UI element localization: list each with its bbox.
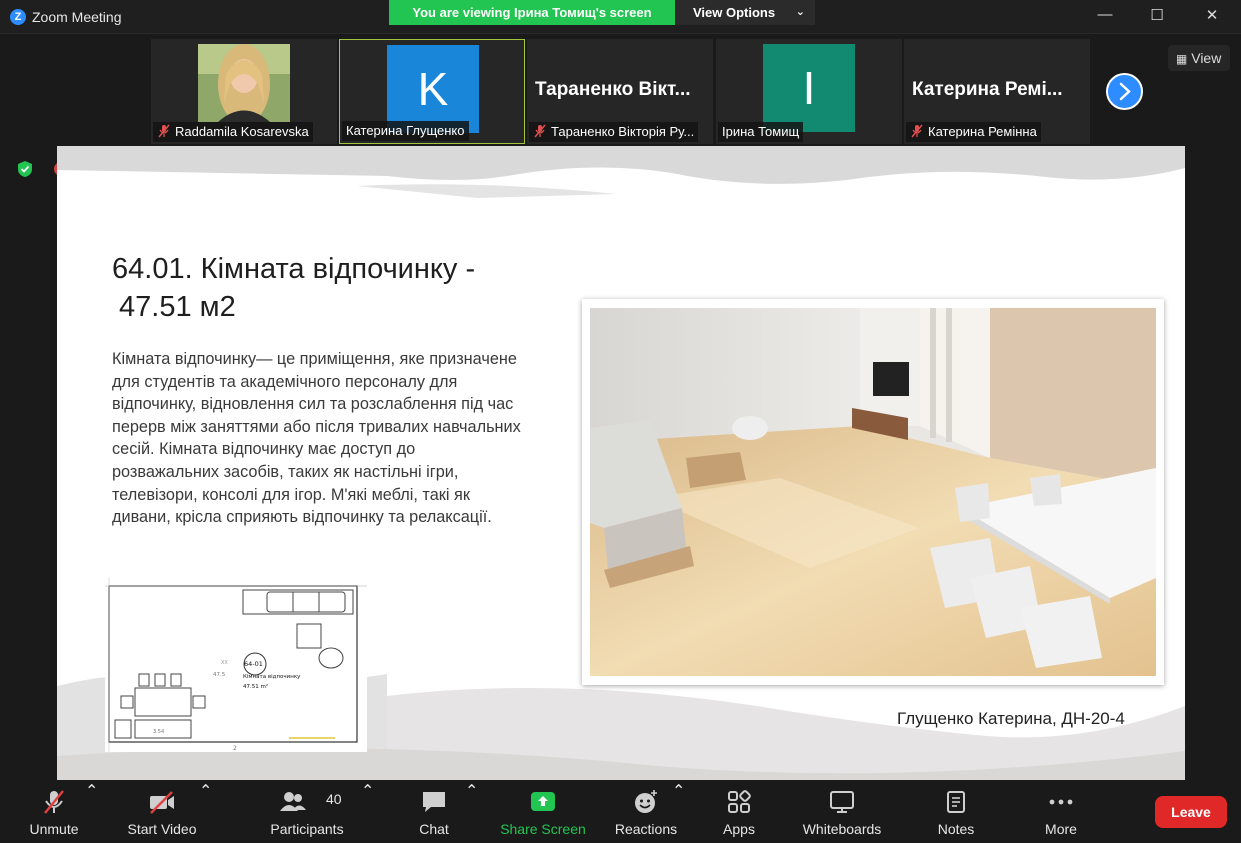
participants-label: Participants — [270, 821, 344, 837]
chevron-right-icon — [1119, 82, 1131, 101]
title-bar: Z Zoom Meeting You are viewing Ірина Том… — [0, 0, 1241, 34]
view-options-label: View Options — [693, 5, 776, 20]
more-button[interactable]: More — [1036, 781, 1086, 843]
plan-room-area: 47.51 m² — [243, 683, 268, 690]
plan-dimension: 47.5 — [213, 672, 226, 678]
zoom-logo-icon: Z — [10, 9, 26, 25]
participant-name-label: Катерина Ремінна — [906, 122, 1041, 142]
participant-tile[interactable]: I Ірина Томищ — [716, 39, 902, 144]
plan-dimension: XX — [221, 660, 228, 666]
chevron-down-icon: ⌄ — [795, 6, 805, 18]
video-options-caret[interactable]: ⌃ — [199, 781, 212, 843]
notes-label: Notes — [937, 821, 975, 837]
slide-body-text: Кімната відпочинку— це приміщення, яке п… — [112, 350, 521, 527]
chat-icon — [423, 792, 445, 812]
slide-caption: Глущенко Катерина, ДН-20-4 — [897, 709, 1125, 728]
plan-dimension: 3.54 — [153, 729, 164, 735]
participant-display-name: Катерина Ремі... — [912, 79, 1063, 100]
minimize-button[interactable]: — — [1095, 6, 1115, 28]
participant-tile[interactable]: K Катерина Глущенко — [339, 39, 525, 144]
share-screen-label: Share Screen — [500, 821, 586, 837]
leave-button[interactable]: Leave — [1155, 796, 1227, 828]
participants-count: 40 — [326, 791, 342, 807]
participant-display-name: Тараненко Вікт... — [535, 79, 691, 100]
notes-button[interactable]: Notes — [928, 781, 984, 843]
audio-options-caret[interactable]: ⌃ — [85, 781, 98, 843]
whiteboard-icon — [830, 791, 854, 813]
meeting-toolbar: Unmute ⌃ Start Video ⌃ 40 Participants ⌃… — [0, 781, 1241, 843]
participant-tile[interactable]: Raddamila Kosarevska — [151, 39, 337, 144]
start-video-button[interactable]: Start Video — [118, 781, 206, 843]
participant-avatar: I — [763, 44, 855, 132]
participants-options-caret[interactable]: ⌃ — [361, 781, 374, 843]
whiteboards-label: Whiteboards — [802, 821, 882, 837]
interior-render-image — [590, 308, 1156, 676]
plan-room-code: 64-01 — [244, 660, 263, 668]
floor-plan-drawing: 64-01 Кімната відпочинку 47.51 m² 47.5 X… — [105, 578, 367, 752]
chat-label: Chat — [419, 821, 449, 837]
apps-label: Apps — [723, 821, 755, 837]
unmute-label: Unmute — [29, 821, 79, 837]
participants-icon — [280, 792, 306, 811]
next-page-button[interactable] — [1106, 73, 1143, 110]
muted-mic-icon — [44, 790, 64, 814]
window-title: Zoom Meeting — [32, 9, 122, 25]
view-layout-button[interactable]: ▦ View — [1168, 45, 1230, 71]
participant-tile[interactable]: Катерина Ремі... Катерина Ремінна — [904, 39, 1090, 144]
reactions-options-caret[interactable]: ⌃ — [672, 781, 685, 843]
shared-screen: 64.01. Кімната відпочинку - 47.51 м2 Кім… — [57, 146, 1185, 780]
muted-mic-icon — [911, 124, 923, 138]
participant-avatar: K — [387, 45, 479, 133]
slide-title: 64.01. Кімната відпочинку - 47.51 м2 — [112, 253, 476, 323]
participant-photo — [198, 44, 290, 122]
unmute-button[interactable]: Unmute — [16, 781, 92, 843]
participant-name-label: Ірина Томищ — [718, 122, 804, 142]
apps-button[interactable]: Apps — [712, 781, 766, 843]
share-screen-icon — [531, 792, 555, 811]
plan-dimension: 2 — [233, 745, 237, 752]
muted-mic-icon — [534, 124, 546, 138]
reactions-icon — [635, 790, 657, 813]
participant-strip: Raddamila Kosarevska K Катерина Глущенко… — [0, 35, 1241, 145]
start-video-label: Start Video — [127, 821, 197, 837]
security-shield-icon[interactable] — [16, 160, 34, 178]
participant-name-label: Тараненко Вікторія Ру... — [529, 122, 699, 142]
participant-name-label: Катерина Глущенко — [342, 121, 469, 141]
participants-button[interactable]: 40 Participants — [262, 781, 352, 843]
maximize-button[interactable]: ☐ — [1147, 6, 1167, 28]
more-dots-icon — [1049, 799, 1073, 805]
view-options-button[interactable]: View Options ⌄ — [675, 0, 815, 25]
participant-tile[interactable]: Тараненко Вікт... Тараненко Вікторія Ру.… — [527, 39, 713, 144]
apps-icon — [728, 790, 751, 813]
chat-options-caret[interactable]: ⌃ — [465, 781, 478, 843]
video-off-icon — [150, 791, 174, 814]
more-label: More — [1045, 821, 1077, 837]
viewing-screen-banner: You are viewing Ірина Томищ's screen — [389, 0, 675, 25]
interior-render-frame — [582, 299, 1164, 685]
notes-icon — [947, 791, 965, 813]
chat-button[interactable]: Chat — [404, 781, 464, 843]
share-screen-button[interactable]: Share Screen — [497, 781, 589, 843]
plan-room-name: Кімната відпочинку — [243, 674, 301, 680]
whiteboards-button[interactable]: Whiteboards — [796, 781, 888, 843]
close-button[interactable]: ✕ — [1202, 6, 1222, 28]
muted-mic-icon — [158, 124, 170, 138]
participant-name-label: Raddamila Kosarevska — [153, 122, 313, 142]
grid-icon: ▦ — [1176, 52, 1188, 66]
